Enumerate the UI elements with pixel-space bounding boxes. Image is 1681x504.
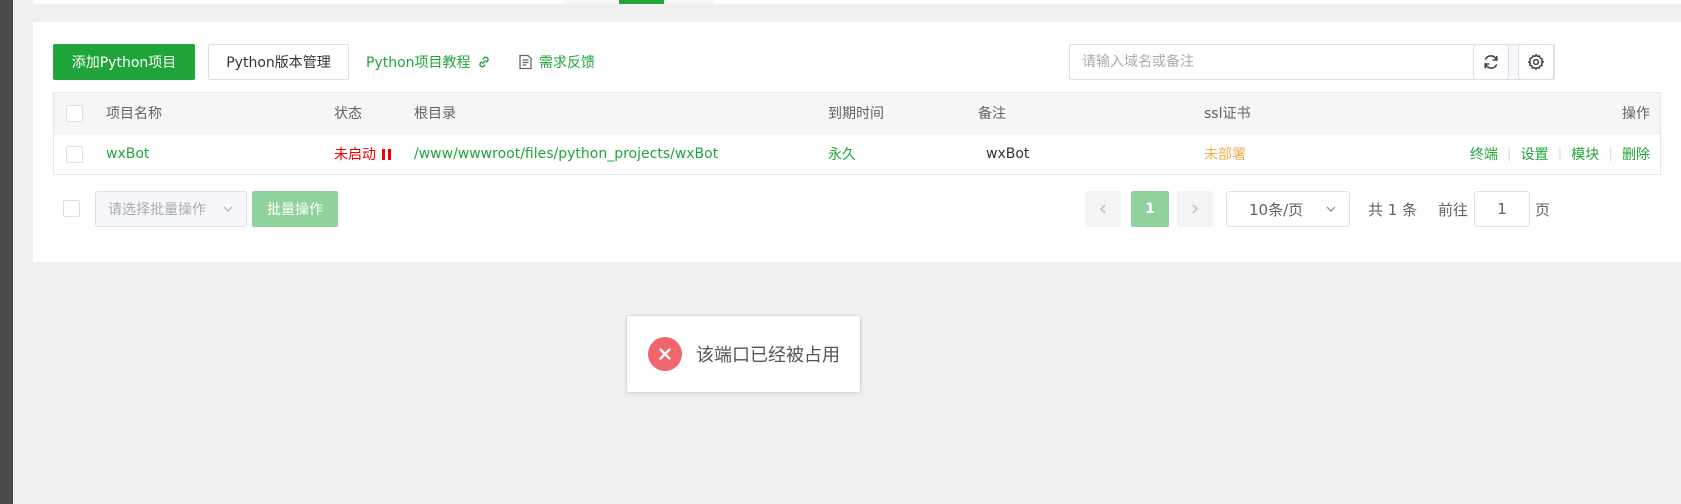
project-panel: 添加Python项目 Python版本管理 Python项目教程 需求反馈 请输… bbox=[33, 22, 1681, 262]
batch-operation-button[interactable]: 批量操作 bbox=[252, 191, 338, 227]
batch-operation-select[interactable]: 请选择批量操作 bbox=[95, 191, 247, 227]
feedback-link-label: 需求反馈 bbox=[539, 55, 595, 71]
delete-link[interactable]: 删除 bbox=[1622, 144, 1650, 164]
header-operations: 操作 bbox=[1622, 106, 1650, 122]
header-project-name[interactable]: 项目名称 bbox=[106, 93, 162, 133]
row-select-cell bbox=[66, 134, 83, 174]
terminal-link[interactable]: 终端 bbox=[1470, 144, 1498, 164]
ops-divider: | bbox=[1608, 146, 1613, 162]
project-name-link[interactable]: wxBot bbox=[106, 134, 149, 174]
chevron-down-icon bbox=[1325, 203, 1337, 215]
python-version-manage-button[interactable]: Python版本管理 bbox=[208, 44, 349, 80]
search-input[interactable] bbox=[1070, 45, 1501, 79]
tutorial-link-label: Python项目教程 bbox=[366, 55, 471, 71]
toast-message: 该端口已经被占用 bbox=[696, 345, 840, 366]
table-header: 项目名称 状态 根目录 到期时间 备注 ssl证书 操作 bbox=[54, 93, 1660, 134]
left-edge-strip bbox=[0, 0, 13, 504]
goto-suffix: 页 bbox=[1535, 200, 1551, 219]
ssl-status-link[interactable]: 未部署 bbox=[1204, 134, 1246, 174]
batch-select-placeholder: 请选择批量操作 bbox=[108, 202, 206, 218]
error-toast: 该端口已经被占用 bbox=[626, 315, 861, 393]
document-edit-icon bbox=[518, 54, 533, 70]
expire-time-link[interactable]: 永久 bbox=[828, 134, 856, 174]
table-row: wxBot 未启动 /www/wwwroot/files/python_proj… bbox=[54, 134, 1660, 174]
footer-select-all-checkbox[interactable] bbox=[63, 200, 80, 217]
goto-page-input[interactable] bbox=[1474, 191, 1530, 227]
project-table: 项目名称 状态 根目录 到期时间 备注 ssl证书 操作 wxBot 未启动 /… bbox=[53, 92, 1661, 175]
top-tab-bar bbox=[33, 0, 1681, 4]
modules-link[interactable]: 模块 bbox=[1571, 144, 1599, 164]
remark-value[interactable]: wxBot bbox=[986, 134, 1029, 174]
select-all-checkbox[interactable] bbox=[66, 104, 83, 122]
header-expire-time[interactable]: 到期时间 bbox=[828, 93, 884, 133]
page-size-select[interactable]: 10条/页 bbox=[1226, 191, 1350, 227]
status-text: 未启动 bbox=[334, 147, 376, 163]
pause-icon bbox=[382, 148, 391, 160]
row-operations: 终端 | 设置 | 模块 | 删除 bbox=[1470, 134, 1650, 174]
prev-page-button[interactable] bbox=[1085, 191, 1121, 227]
ops-divider: | bbox=[1557, 146, 1563, 162]
chevron-left-icon bbox=[1097, 203, 1109, 215]
header-remark[interactable]: 备注 bbox=[978, 93, 1006, 133]
error-close-icon bbox=[648, 337, 682, 371]
row-checkbox[interactable] bbox=[66, 145, 83, 163]
page-size-value: 10条/页 bbox=[1249, 200, 1304, 219]
select-all-cell bbox=[66, 93, 83, 133]
total-count: 共 1 条 bbox=[1368, 200, 1418, 219]
feedback-link[interactable]: 需求反馈 bbox=[518, 44, 595, 80]
goto-label: 前往 bbox=[1438, 200, 1469, 219]
header-ssl: ssl证书 bbox=[1204, 106, 1251, 122]
header-root-dir[interactable]: 根目录 bbox=[414, 93, 456, 133]
status-toggle[interactable]: 未启动 bbox=[334, 134, 391, 174]
active-tab-indicator bbox=[619, 0, 664, 4]
python-tutorial-link[interactable]: Python项目教程 bbox=[366, 44, 491, 80]
next-page-button[interactable] bbox=[1177, 191, 1213, 227]
add-python-project-button[interactable]: 添加Python项目 bbox=[53, 44, 195, 80]
gear-icon bbox=[1527, 53, 1545, 71]
chevron-down-icon bbox=[222, 203, 234, 215]
link-icon bbox=[477, 55, 491, 69]
ops-divider: | bbox=[1506, 146, 1512, 162]
current-page-number[interactable]: 1 bbox=[1131, 191, 1169, 227]
refresh-button[interactable] bbox=[1473, 44, 1509, 80]
header-status[interactable]: 状态 bbox=[334, 93, 362, 133]
settings-button[interactable] bbox=[1518, 44, 1554, 80]
refresh-icon bbox=[1482, 53, 1500, 71]
chevron-right-icon bbox=[1189, 203, 1201, 215]
settings-link[interactable]: 设置 bbox=[1521, 144, 1549, 164]
root-dir-link[interactable]: /www/wwwroot/files/python_projects/wxBot bbox=[414, 134, 718, 174]
